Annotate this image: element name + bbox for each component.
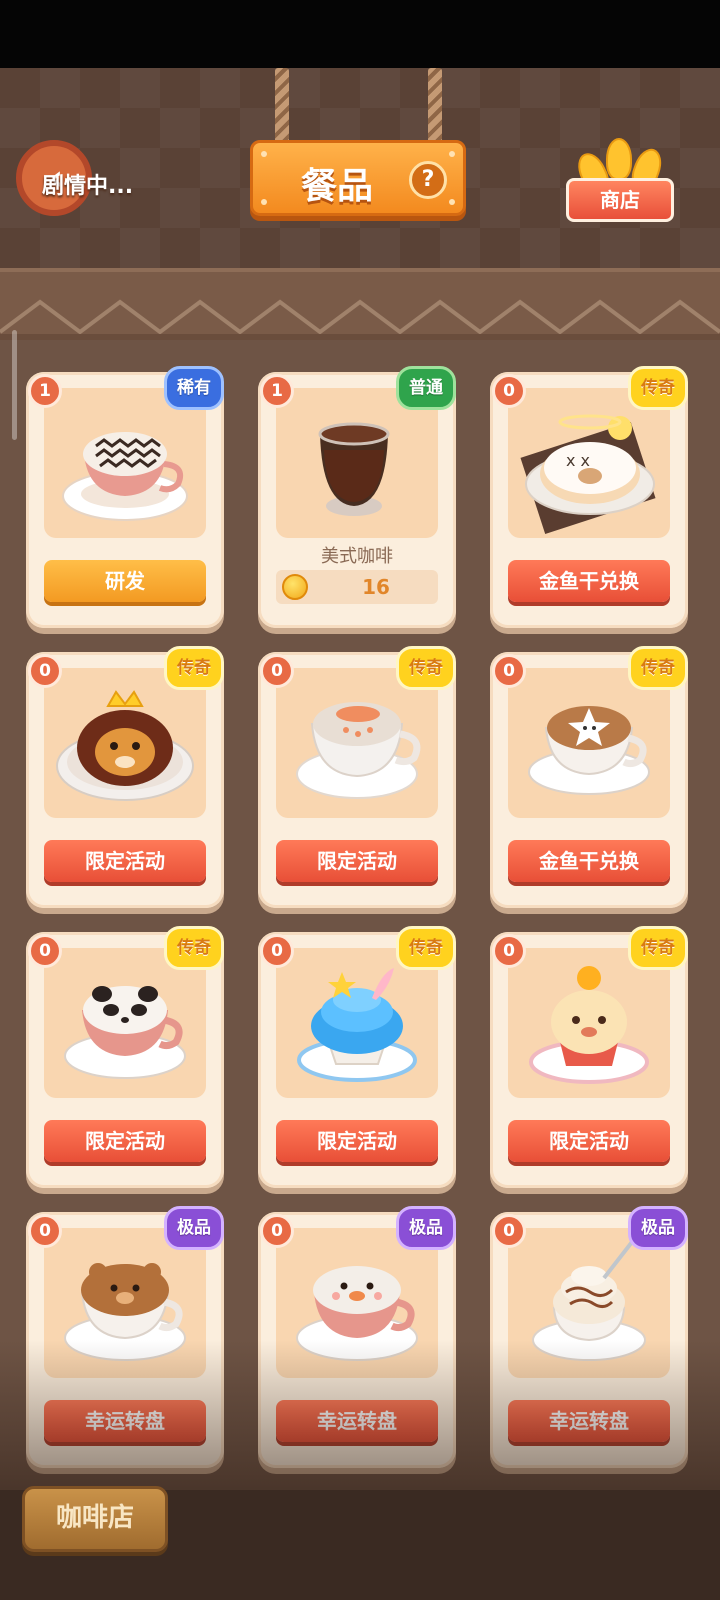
- count-badge: 1: [260, 374, 294, 408]
- title-board: 餐品 ?: [250, 140, 466, 216]
- story-label[interactable]: 剧情中...: [42, 168, 133, 200]
- rarity-badge: 稀有: [164, 366, 224, 410]
- count-badge: 0: [260, 1214, 294, 1248]
- rarity-badge: 传奇: [628, 646, 688, 690]
- exchange-button[interactable]: 金鱼干兑换: [508, 560, 670, 602]
- item-card[interactable]: 0 传奇 限定活动: [258, 646, 456, 908]
- item-card[interactable]: 0 传奇 金鱼干兑换: [490, 646, 688, 908]
- price-bar: 16: [276, 570, 438, 604]
- item-name: 美式咖啡: [321, 546, 393, 567]
- limited-event-button[interactable]: 限定活动: [508, 1120, 670, 1162]
- star-latte-icon: [528, 706, 650, 795]
- header: ‹ 剧情中... 餐品 ? 商店: [0, 68, 720, 268]
- donut-cat-icon: x x: [520, 414, 656, 534]
- count-badge: 0: [492, 374, 526, 408]
- rarity-badge: 传奇: [164, 926, 224, 970]
- lucky-wheel-button[interactable]: 幸运转盘: [276, 1400, 438, 1442]
- item-card[interactable]: 1 普通 美式咖啡 16: [258, 366, 456, 628]
- item-card[interactable]: 0 传奇 限定活动: [258, 926, 456, 1188]
- rarity-badge: 极品: [164, 1206, 224, 1250]
- status-bar: [0, 0, 720, 68]
- rarity-badge: 普通: [396, 366, 456, 410]
- bear-latte-icon: [64, 1263, 186, 1361]
- rarity-badge: 传奇: [396, 646, 456, 690]
- limited-event-button[interactable]: 限定活动: [276, 840, 438, 882]
- item-card[interactable]: 0 传奇 限定活动: [26, 926, 224, 1188]
- count-badge: 0: [260, 654, 294, 688]
- help-icon[interactable]: ?: [409, 161, 447, 199]
- count-badge: 0: [492, 1214, 526, 1248]
- count-badge: 0: [28, 934, 62, 968]
- blue-cupcake-icon: [297, 968, 417, 1082]
- rope-right: [428, 68, 442, 144]
- rarity-badge: 传奇: [628, 926, 688, 970]
- count-badge: 0: [492, 934, 526, 968]
- count-badge: 1: [28, 374, 62, 408]
- count-badge: 0: [492, 654, 526, 688]
- rarity-badge: 传奇: [164, 646, 224, 690]
- shelf-trim: [0, 268, 720, 344]
- exchange-button[interactable]: 金鱼干兑换: [508, 840, 670, 882]
- rarity-badge: 传奇: [396, 926, 456, 970]
- cafe-tab-button[interactable]: 咖啡店: [22, 1486, 168, 1552]
- panda-latte-icon: [64, 986, 186, 1079]
- svg-text:x x: x x: [566, 451, 590, 470]
- item-card[interactable]: 1 稀有 研发: [26, 366, 224, 628]
- rarity-badge: 极品: [396, 1206, 456, 1250]
- item-card[interactable]: 0 极品 幸运转盘: [26, 1206, 224, 1468]
- chick-cupcake-icon: [529, 966, 649, 1084]
- rarity-badge: 传奇: [628, 366, 688, 410]
- shop-button[interactable]: 商店: [566, 178, 674, 222]
- lucky-wheel-button[interactable]: 幸运转盘: [44, 1400, 206, 1442]
- lucky-wheel-button[interactable]: 幸运转盘: [508, 1400, 670, 1442]
- americano-icon: [318, 422, 390, 516]
- scrollbar[interactable]: [12, 330, 17, 440]
- item-card[interactable]: 0 传奇 限定活动: [490, 926, 688, 1188]
- count-badge: 0: [260, 934, 294, 968]
- item-card[interactable]: 0 传奇 限定活动: [26, 646, 224, 908]
- develop-button[interactable]: 研发: [44, 560, 206, 602]
- limited-event-button[interactable]: 限定活动: [44, 1120, 206, 1162]
- limited-event-button[interactable]: 限定活动: [44, 840, 206, 882]
- item-card[interactable]: x x 0 传奇 金鱼干兑换: [490, 366, 688, 628]
- bunny-latte-icon: [296, 702, 421, 799]
- count-badge: 0: [28, 1214, 62, 1248]
- cream-latte-icon: [532, 1240, 646, 1361]
- coin-icon: [282, 574, 308, 600]
- item-card[interactable]: 0 极品 幸运转盘: [258, 1206, 456, 1468]
- count-badge: 0: [28, 654, 62, 688]
- duck-latte-icon: [296, 1266, 418, 1361]
- item-card[interactable]: 0 极品 幸运转盘: [490, 1206, 688, 1468]
- rope-left: [275, 68, 289, 144]
- lion-cake-icon: [56, 690, 194, 801]
- limited-event-button[interactable]: 限定活动: [276, 1120, 438, 1162]
- price-value: 16: [362, 575, 390, 599]
- latte-wave-icon: [62, 432, 188, 521]
- page-title: 餐品: [301, 166, 374, 207]
- rarity-badge: 极品: [628, 1206, 688, 1250]
